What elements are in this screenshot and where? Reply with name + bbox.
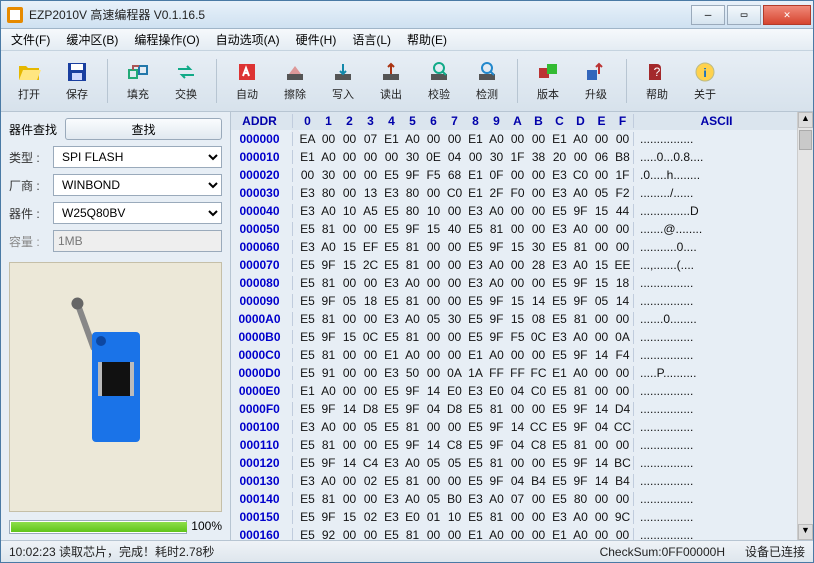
hex-row[interactable]: 000070E59F152CE5810000E3A00028E3A015EE..…: [231, 256, 797, 274]
left-panel: 器件查找 查找 类型 : SPI FLASH 厂商 : WINBOND 器件 : W2…: [1, 112, 231, 540]
read-button[interactable]: 读出: [369, 55, 413, 107]
app-window: EZP2010V 高速编程器 V0.1.16.5 — ▭ ✕ 文件(F) 缓冲区…: [0, 0, 814, 563]
vertical-scrollbar[interactable]: ▲ ▼: [797, 112, 813, 540]
hex-row[interactable]: 000150E59F1502E3E00110E5810000E3A0009C..…: [231, 508, 797, 526]
window-title: EZP2010V 高速编程器 V0.1.16.5: [29, 6, 691, 23]
hex-row[interactable]: 000010E1A0000000300E0400301F38200006B8..…: [231, 148, 797, 166]
toolbar: 打开 保存 填充 交换 自动 擦除 写入 读出 校验 检测 版本 升级 ?帮助 …: [1, 51, 813, 112]
hex-row[interactable]: 000030E3800013E38000C0E12FF000E3A005F2..…: [231, 184, 797, 202]
hex-row[interactable]: 000040E3A010A5E5801000E3A00000E59F1544..…: [231, 202, 797, 220]
help-button[interactable]: ?帮助: [635, 55, 679, 107]
part-select[interactable]: W25Q80BV: [53, 202, 222, 224]
hex-row[interactable]: 0000E0E1A00000E59F14E0E3E004C0E5810000..…: [231, 382, 797, 400]
statusbar: 10:02:23 读取芯片，完成！耗时2.78秒 CheckSum:0FF000…: [1, 540, 813, 562]
vendor-label: 厂商 :: [9, 177, 47, 194]
hex-row[interactable]: 000090E59F0518E5810000E59F1514E59F0514..…: [231, 292, 797, 310]
app-icon: [7, 7, 23, 23]
menu-help[interactable]: 帮助(E): [401, 29, 453, 50]
hex-row[interactable]: 000140E5810000E3A005B0E3A00700E5800000..…: [231, 490, 797, 508]
detect-button[interactable]: 检测: [465, 55, 509, 107]
close-button[interactable]: ✕: [763, 5, 811, 25]
hex-row[interactable]: 0000F0E59F14D8E59F04D8E5810000E59F14D4..…: [231, 400, 797, 418]
svg-text:?: ?: [654, 65, 661, 79]
swap-button[interactable]: 交换: [164, 55, 208, 107]
auto-button[interactable]: 自动: [225, 55, 269, 107]
svg-text:i: i: [703, 66, 706, 80]
progress-bar: [9, 520, 187, 534]
hex-row[interactable]: 0000A0E5810000E3A00530E59F1508E5810000..…: [231, 310, 797, 328]
menu-buffer[interactable]: 缓冲区(B): [60, 29, 124, 50]
verify-button[interactable]: 校验: [417, 55, 461, 107]
hex-grid[interactable]: ADDR0123456789ABCDEFASCII000000EA000007E…: [231, 112, 797, 540]
type-select[interactable]: SPI FLASH: [53, 146, 222, 168]
capacity-field: [53, 230, 222, 252]
write-button[interactable]: 写入: [321, 55, 365, 107]
menu-program[interactable]: 编程操作(O): [128, 29, 205, 50]
hex-row[interactable]: 0000B0E59F150CE5810000E59FF50CE3A0000A..…: [231, 328, 797, 346]
type-label: 类型 :: [9, 149, 47, 166]
status-checksum: CheckSum:0FF00000H: [600, 545, 725, 559]
hex-row[interactable]: 00002000300000E59FF568E10F0000E3C0001F.0…: [231, 166, 797, 184]
scroll-thumb: [799, 130, 812, 150]
hex-row[interactable]: 000110E5810000E59F14C8E59F04C8E5810000..…: [231, 436, 797, 454]
hex-row[interactable]: 000060E3A015EFE5810000E59F1530E5810000..…: [231, 238, 797, 256]
version-button[interactable]: 版本: [526, 55, 570, 107]
menu-auto[interactable]: 自动选项(A): [210, 29, 286, 50]
capacity-label: 容量 :: [9, 233, 47, 250]
menu-language[interactable]: 语言(L): [346, 29, 397, 50]
about-button[interactable]: i关于: [683, 55, 727, 107]
scroll-down-icon: ▼: [798, 524, 813, 540]
hex-row[interactable]: 000000EA000007E1A00000E1A00000E1A00000..…: [231, 130, 797, 148]
open-button[interactable]: 打开: [7, 55, 51, 107]
hex-row[interactable]: 0000D0E5910000E350000A1AFFFFFCE1A00000..…: [231, 364, 797, 382]
socket-diagram: [9, 262, 222, 512]
hex-row[interactable]: 000080E5810000E3A00000E3A00000E59F1518..…: [231, 274, 797, 292]
menu-file[interactable]: 文件(F): [5, 29, 56, 50]
fill-button[interactable]: 填充: [116, 55, 160, 107]
titlebar[interactable]: EZP2010V 高速编程器 V0.1.16.5 — ▭ ✕: [1, 1, 813, 29]
progress-percent: 100%: [191, 519, 222, 533]
hex-row[interactable]: 000130E3A00002E5810000E59F04B4E59F14B4..…: [231, 472, 797, 490]
chip-icon: [92, 332, 140, 442]
hex-row[interactable]: 0000C0E5810000E1A00000E1A00000E59F14F4..…: [231, 346, 797, 364]
menubar: 文件(F) 缓冲区(B) 编程操作(O) 自动选项(A) 硬件(H) 语言(L)…: [1, 29, 813, 51]
maximize-button[interactable]: ▭: [727, 5, 761, 25]
part-label: 器件 :: [9, 205, 47, 222]
status-message: 10:02:23 读取芯片，完成！耗时2.78秒: [9, 543, 214, 560]
scroll-up-icon: ▲: [798, 112, 813, 128]
upgrade-button[interactable]: 升级: [574, 55, 618, 107]
minimize-button[interactable]: —: [691, 5, 725, 25]
menu-hardware[interactable]: 硬件(H): [290, 29, 343, 50]
main-area: 器件查找 查找 类型 : SPI FLASH 厂商 : WINBOND 器件 : W2…: [1, 112, 813, 540]
search-title: 器件查找: [9, 121, 57, 138]
vendor-select[interactable]: WINBOND: [53, 174, 222, 196]
hex-row[interactable]: 000050E5810000E59F1540E5810000E3A00000..…: [231, 220, 797, 238]
hex-row[interactable]: 000160E5920000E5810000E1A00000E1A00000..…: [231, 526, 797, 540]
hex-row[interactable]: 000120E59F14C4E3A00505E5810000E59F14BC..…: [231, 454, 797, 472]
status-connection: 设备已连接: [745, 543, 805, 560]
hex-row[interactable]: 000100E3A00005E5810000E59F14CCE59F04CC..…: [231, 418, 797, 436]
find-button[interactable]: 查找: [65, 118, 222, 140]
hex-panel: ADDR0123456789ABCDEFASCII000000EA000007E…: [231, 112, 813, 540]
save-button[interactable]: 保存: [55, 55, 99, 107]
erase-button[interactable]: 擦除: [273, 55, 317, 107]
